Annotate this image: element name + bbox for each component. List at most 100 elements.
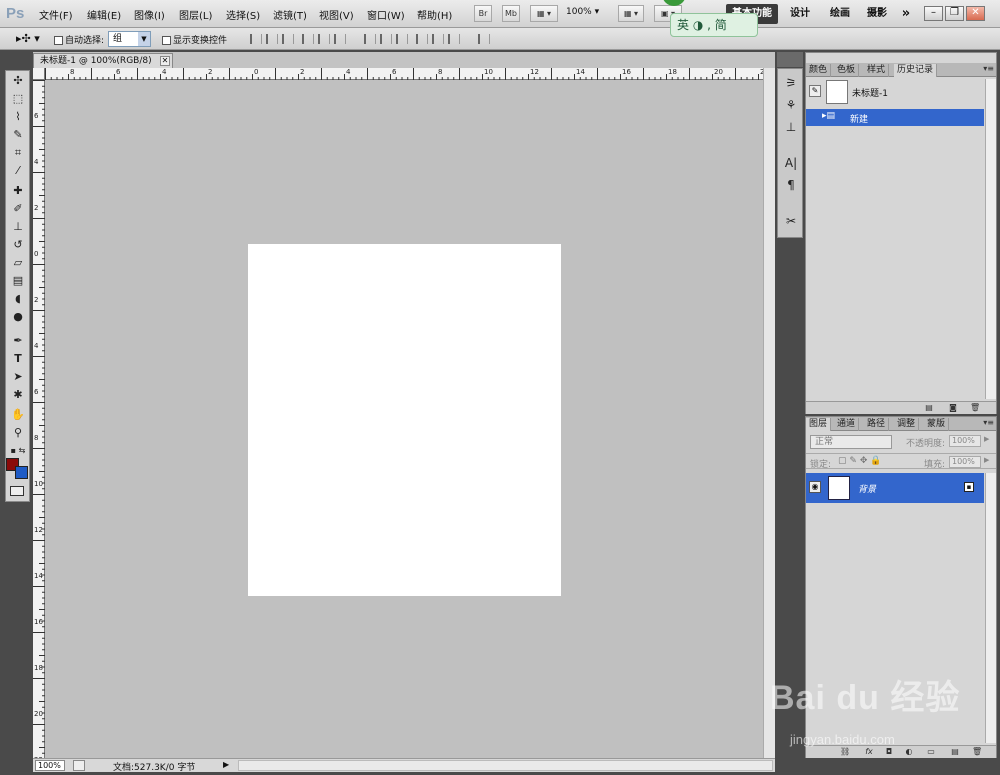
marquee-tool-icon[interactable]: ⬚	[9, 91, 27, 106]
brush-panel-icon[interactable]: ⚘	[782, 97, 800, 113]
distribute-vcenter-icon[interactable]	[380, 34, 392, 44]
lasso-tool-icon[interactable]: ⌇	[9, 109, 27, 124]
mini-bridge-button[interactable]: Mb	[502, 5, 520, 22]
lock-position-icon[interactable]: ✥	[860, 456, 868, 466]
restore-button[interactable]: ❐	[945, 6, 964, 21]
adjustment-layer-icon[interactable]: ◐	[904, 747, 914, 757]
status-bridge-icon[interactable]	[73, 760, 85, 771]
tab-styles[interactable]: 样式	[864, 64, 890, 77]
delete-state-icon[interactable]: 🗑	[970, 403, 980, 413]
ime-toolbar[interactable]: 英 ◑ , 简	[670, 13, 758, 37]
tab-history[interactable]: 历史记录	[894, 64, 938, 77]
distribute-hcenter-icon[interactable]	[432, 34, 444, 44]
panel-menu-icon[interactable]: ▾≡	[983, 418, 994, 427]
opacity-field[interactable]: 100%	[949, 435, 981, 447]
eraser-tool-icon[interactable]: ▱	[9, 255, 27, 270]
tab-adjustments[interactable]: 调整	[894, 418, 920, 431]
tab-masks[interactable]: 蒙版	[924, 418, 950, 431]
eyedropper-tool-icon[interactable]: ⁄	[9, 163, 27, 178]
workspace-photography[interactable]: 摄影	[860, 4, 894, 24]
align-right-icon[interactable]	[334, 34, 346, 44]
menu-image[interactable]: 图像(I)	[134, 7, 165, 22]
show-transform-option[interactable]: 显示变换控件	[162, 33, 227, 46]
tab-layers[interactable]: 图层	[806, 418, 832, 431]
type-tool-icon[interactable]: T	[9, 351, 27, 366]
healing-brush-tool-icon[interactable]: ✚	[9, 183, 27, 198]
pen-tool-icon[interactable]: ✒	[9, 333, 27, 348]
tab-swatches[interactable]: 色板	[834, 64, 860, 77]
history-scrollbar[interactable]	[985, 79, 996, 399]
new-document-from-state-icon[interactable]: ▤	[924, 403, 934, 413]
fill-field[interactable]: 100%	[949, 456, 981, 468]
horizontal-scrollbar[interactable]	[238, 760, 773, 771]
menu-select[interactable]: 选择(S)	[226, 7, 260, 22]
show-transform-checkbox[interactable]	[162, 36, 171, 45]
align-top-icon[interactable]	[250, 34, 262, 44]
lock-transparent-icon[interactable]: ▢	[838, 456, 847, 466]
lock-icons[interactable]: ▢ ✎ ✥ 🔒	[838, 456, 881, 466]
clone-source-icon[interactable]: ⊥	[782, 119, 800, 135]
new-layer-icon[interactable]: ▤	[950, 747, 960, 757]
horizontal-ruler[interactable]: 86420246810121416182022	[45, 68, 769, 80]
panel-menu-icon[interactable]: ▾≡	[983, 64, 994, 73]
dock-header[interactable]	[777, 52, 803, 67]
hand-tool-icon[interactable]: ✋	[9, 407, 27, 422]
vertical-ruler[interactable]: 6420246810121416182022	[33, 80, 45, 764]
dodge-tool-icon[interactable]: ●	[9, 309, 27, 324]
crop-tool-icon[interactable]: ⌗	[9, 145, 27, 160]
more-workspaces-button[interactable]: »	[894, 4, 918, 24]
layer-style-icon[interactable]: fx	[864, 747, 874, 757]
background-color-swatch[interactable]	[15, 466, 28, 479]
lock-all-icon[interactable]: 🔒	[870, 456, 881, 466]
menu-view[interactable]: 视图(V)	[319, 7, 354, 22]
menu-file[interactable]: 文件(F)	[39, 7, 73, 22]
close-window-button[interactable]: ✕	[966, 6, 985, 21]
document-canvas[interactable]	[248, 244, 561, 596]
auto-select-target-select[interactable]: 组 ▼	[108, 31, 151, 47]
history-brush-source-icon[interactable]: ✎	[809, 85, 821, 97]
blur-tool-icon[interactable]: ◖	[9, 291, 27, 306]
character-panel-icon[interactable]: A|	[782, 155, 800, 171]
layer-row-background[interactable]: ◉ 背景 ▪	[806, 473, 984, 503]
vertical-scrollbar[interactable]	[763, 68, 775, 758]
arrange-documents-button[interactable]: ▦ ▾	[618, 5, 644, 22]
zoom-tool-icon[interactable]: ⚲	[9, 425, 27, 440]
status-menu-arrow-icon[interactable]: ▶	[223, 760, 231, 771]
layers-scrollbar[interactable]	[985, 473, 996, 743]
align-left-icon[interactable]	[302, 34, 314, 44]
tool-presets-icon[interactable]: ✂	[782, 213, 800, 229]
blend-mode-select[interactable]: 正常	[810, 435, 892, 449]
menu-window[interactable]: 窗口(W)	[367, 7, 405, 22]
shape-tool-icon[interactable]: ✱	[9, 387, 27, 402]
paragraph-panel-icon[interactable]: ¶	[782, 177, 800, 193]
status-zoom-field[interactable]: 100%	[35, 760, 65, 771]
link-layers-icon[interactable]: ⛓	[840, 747, 850, 757]
distribute-bottom-icon[interactable]	[396, 34, 408, 44]
history-state-row[interactable]: ▸▤ 新建	[806, 109, 984, 126]
move-tool-preset-icon[interactable]: ▸✣ ▾	[16, 32, 40, 45]
close-tab-icon[interactable]: ✕	[160, 56, 170, 66]
zoom-select[interactable]: 100% ▾	[566, 7, 599, 17]
auto-select-option[interactable]: 自动选择:	[54, 33, 104, 46]
menu-layer[interactable]: 图层(L)	[179, 7, 212, 22]
create-snapshot-icon[interactable]: ◙	[948, 403, 958, 413]
workspace-painting[interactable]: 绘画	[822, 4, 858, 24]
align-bottom-icon[interactable]	[282, 34, 294, 44]
opacity-arrow-icon[interactable]: ▶	[984, 435, 989, 443]
minimize-button[interactable]: –	[924, 6, 943, 21]
brush-tool-icon[interactable]: ✐	[9, 201, 27, 216]
view-extras-button[interactable]: ▦ ▾	[530, 5, 558, 22]
align-hcenter-icon[interactable]	[318, 34, 330, 44]
ruler-origin[interactable]	[33, 68, 45, 80]
new-group-icon[interactable]: ▭	[926, 747, 936, 757]
align-vcenter-icon[interactable]	[266, 34, 278, 44]
brush-presets-icon[interactable]: ⚞	[782, 75, 800, 91]
lock-pixels-icon[interactable]: ✎	[849, 456, 857, 466]
auto-select-checkbox[interactable]	[54, 36, 63, 45]
quick-mask-icon[interactable]	[10, 486, 24, 496]
menu-filter[interactable]: 滤镜(T)	[273, 7, 307, 22]
layer-name[interactable]: 背景	[858, 482, 876, 495]
path-selection-tool-icon[interactable]: ➤	[9, 369, 27, 384]
add-mask-icon[interactable]: ◘	[884, 747, 894, 757]
tab-paths[interactable]: 路径	[864, 418, 890, 431]
